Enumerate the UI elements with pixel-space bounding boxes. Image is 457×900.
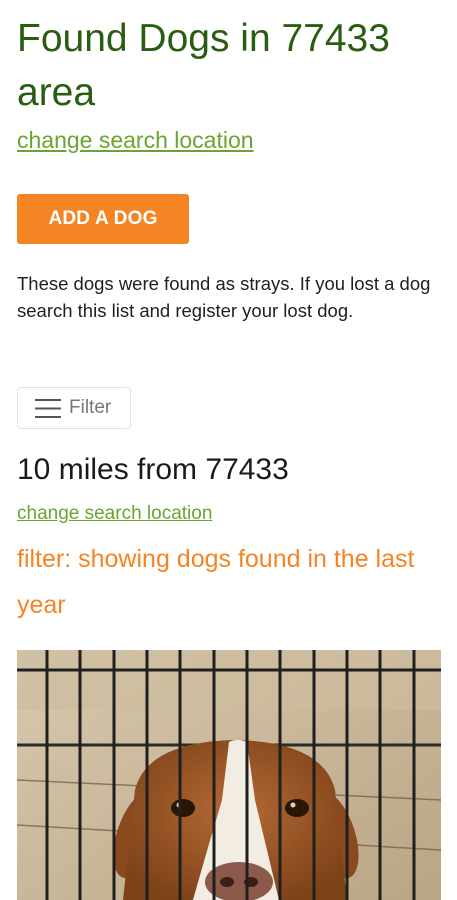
dog-in-crate-image <box>17 650 441 900</box>
distance-heading: 10 miles from 77433 <box>17 453 289 486</box>
page-title: Found Dogs in 77433 area <box>17 17 390 114</box>
filter-button[interactable]: Filter <box>17 387 131 429</box>
change-search-location-link-secondary[interactable]: change search location <box>17 502 212 526</box>
add-a-dog-button[interactable]: ADD A DOG <box>17 194 189 244</box>
filter-button-label: Filter <box>69 397 112 418</box>
strays-description: These dogs were found as strays. If you … <box>17 273 431 321</box>
change-search-location-link[interactable]: change search location <box>17 124 254 156</box>
found-dogs-page: Found Dogs in 77433 area change search l… <box>0 0 457 900</box>
filter-status-note: filter: showing dogs found in the last y… <box>17 545 415 619</box>
hamburger-menu-icon <box>35 398 61 418</box>
found-dog-photo[interactable] <box>17 650 441 900</box>
